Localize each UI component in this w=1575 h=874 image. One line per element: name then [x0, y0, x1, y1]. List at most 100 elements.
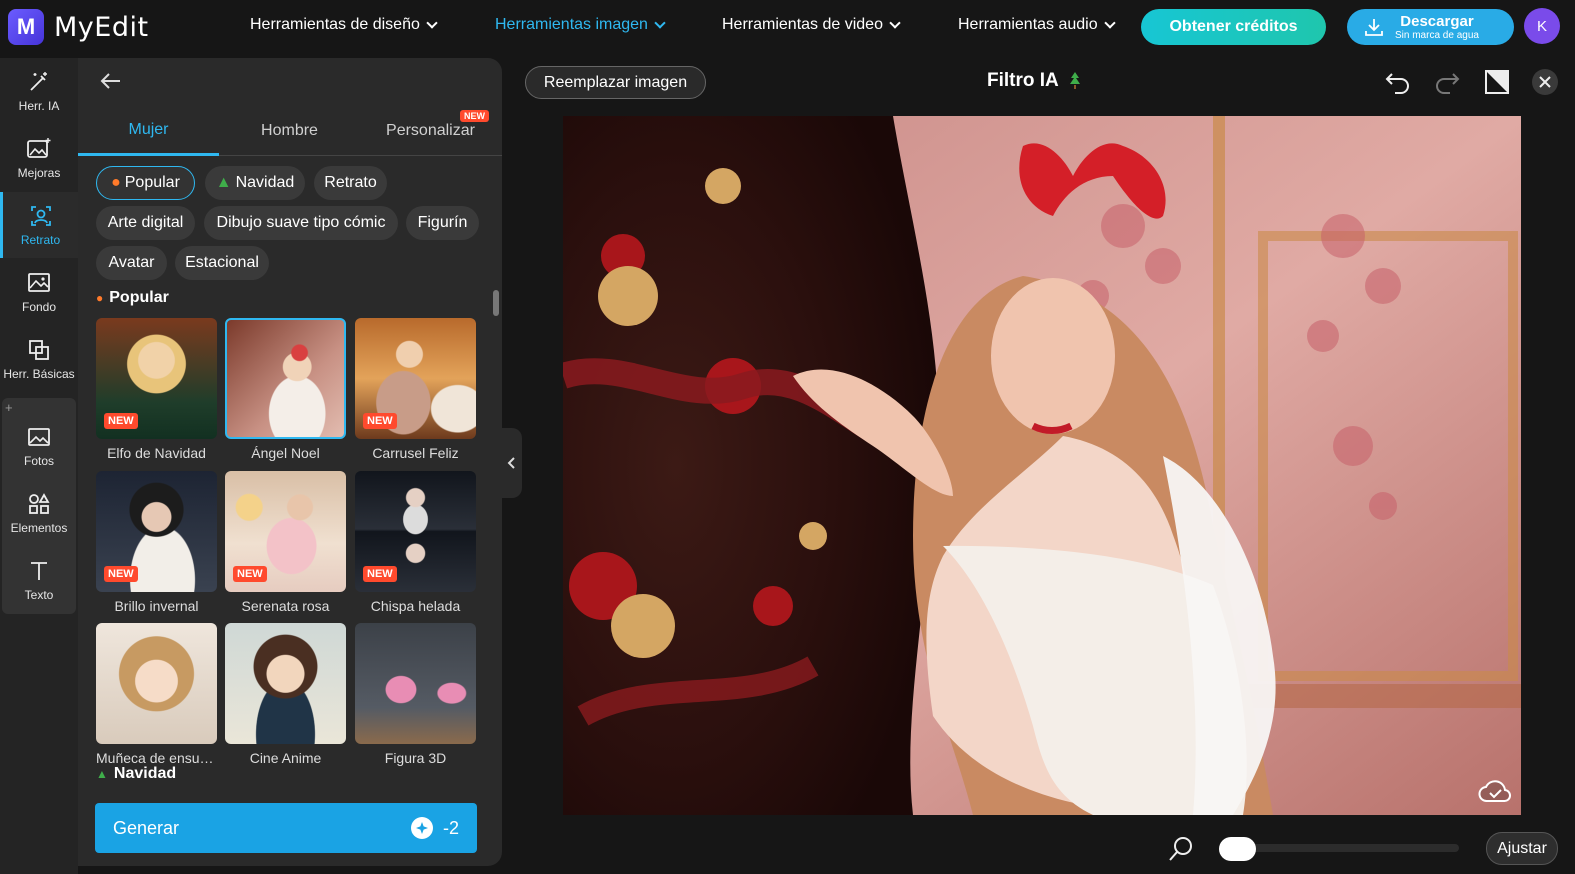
style-card-label: Cine Anime — [249, 750, 322, 766]
download-label: Descargar — [1400, 12, 1474, 30]
redo-button[interactable] — [1432, 68, 1462, 96]
style-thumbnail: NEW — [355, 471, 476, 592]
sidebar-item-label: Herr. Básicas — [3, 366, 75, 381]
style-thumbnail — [225, 623, 346, 744]
style-card-christmas-elf[interactable]: NEW Elfo de Navidad — [96, 318, 217, 461]
nav-label: Herramientas de diseño — [250, 16, 420, 33]
style-card-label: Elfo de Navidad — [107, 445, 206, 461]
sidebar-item-photos[interactable]: Fotos — [0, 413, 78, 479]
nav-image-tools[interactable]: Herramientas imagen — [495, 16, 666, 34]
section-popular-title: ● Popular — [96, 289, 169, 307]
compare-button[interactable] — [1482, 67, 1512, 97]
style-card-angel-noel[interactable]: Ángel Noel — [225, 318, 346, 461]
generate-label: Generar — [113, 817, 180, 838]
sidebar-item-background[interactable]: Fondo — [0, 259, 78, 325]
style-thumbnail: NEW — [96, 471, 217, 592]
cloud-save-button[interactable] — [1477, 776, 1513, 806]
nav-audio-tools[interactable]: Herramientas audio — [958, 16, 1116, 34]
style-card-label: Brillo invernal — [114, 598, 199, 614]
nav-video-tools[interactable]: Herramientas de video — [722, 16, 901, 34]
sidebar-item-ai-tools[interactable]: Herr. IA — [0, 58, 78, 124]
style-thumbnail: NEW — [355, 318, 476, 439]
style-card-happy-carousel[interactable]: NEW Carrusel Feliz — [355, 318, 476, 461]
image-canvas[interactable] — [563, 116, 1521, 815]
new-badge: NEW — [104, 566, 138, 582]
style-card-label: Figura 3D — [384, 750, 447, 766]
close-button[interactable] — [1532, 69, 1558, 95]
style-card-label: Muñeca de ensue... — [96, 750, 217, 766]
redo-icon — [1436, 73, 1460, 94]
sidebar-item-label: Elementos — [10, 520, 68, 535]
text-icon — [31, 561, 47, 580]
download-sublabel: Sin marca de agua — [1395, 29, 1479, 41]
sidebar-item-portrait[interactable]: Retrato — [0, 192, 78, 258]
close-icon — [1539, 76, 1551, 88]
style-card-label: Serenata rosa — [241, 598, 330, 614]
undo-button[interactable] — [1383, 68, 1413, 96]
download-button[interactable]: Descargar Sin marca de agua — [1347, 9, 1514, 45]
sidebar-item-label: Fondo — [21, 299, 57, 314]
chip-christmas[interactable]: ▲ Navidad — [205, 166, 305, 200]
chip-popular[interactable]: ● Popular — [96, 166, 195, 200]
new-badge: NEW — [363, 566, 397, 582]
generate-button[interactable]: Generar -2 — [95, 803, 477, 853]
nav-label: Herramientas imagen — [495, 16, 648, 33]
fit-button[interactable]: Ajustar — [1486, 832, 1558, 865]
style-card-3d-figure[interactable]: Figura 3D — [355, 623, 476, 766]
style-card-label: Carrusel Feliz — [372, 445, 459, 461]
style-card-icy-spark[interactable]: NEW Chispa helada — [355, 471, 476, 614]
photos-icon — [28, 427, 50, 446]
tab-woman[interactable]: Mujer — [78, 106, 219, 156]
back-button[interactable] — [100, 72, 122, 95]
nav-design-tools[interactable]: Herramientas de diseño — [250, 16, 438, 34]
edited-photo — [563, 116, 1521, 815]
get-credits-button[interactable]: Obtener créditos — [1141, 9, 1326, 45]
flame-icon: ● — [96, 291, 104, 305]
credit-cost: -2 — [410, 817, 459, 839]
chip-fashion[interactable]: Figurín — [406, 206, 479, 240]
style-thumbnail — [355, 623, 476, 744]
credit-icon — [410, 817, 433, 839]
gender-tabs: Mujer Hombre Personalizar NEW — [78, 106, 502, 156]
style-card-label: Chispa helada — [370, 598, 461, 614]
crop-icon — [29, 339, 49, 360]
style-card-pink-serenade[interactable]: NEW Serenata rosa — [225, 471, 346, 614]
chip-portrait[interactable]: Retrato — [314, 166, 387, 200]
zoom-button[interactable] — [1167, 835, 1195, 863]
sidebar-item-enhance[interactable]: Mejoras — [0, 125, 78, 191]
chip-label: Popular — [124, 174, 180, 191]
top-bar: M MyEdit Herramientas de diseño Herramie… — [0, 0, 1575, 58]
magnifier-icon — [1169, 837, 1192, 861]
app-logo[interactable]: M MyEdit — [8, 9, 149, 45]
zoom-slider-thumb[interactable] — [1219, 837, 1256, 861]
tab-man[interactable]: Hombre — [219, 106, 360, 156]
app-name: MyEdit — [54, 11, 149, 43]
user-avatar[interactable]: K — [1524, 8, 1560, 44]
sidebar-item-label: Retrato — [20, 232, 61, 247]
tab-customize[interactable]: Personalizar NEW — [360, 106, 501, 156]
style-thumbnail: NEW — [225, 471, 346, 592]
new-badge: NEW — [104, 413, 138, 429]
chip-digital-art[interactable]: Arte digital — [96, 206, 195, 240]
chevron-left-icon — [507, 457, 515, 469]
sidebar-item-elements[interactable]: Elementos — [0, 480, 78, 546]
chip-avatar[interactable]: Avatar — [96, 246, 167, 280]
sidebar-item-text[interactable]: Texto — [0, 547, 78, 613]
chip-seasonal[interactable]: Estacional — [175, 246, 269, 280]
style-card-winter-glow[interactable]: NEW Brillo invernal — [96, 471, 217, 614]
chip-soft-comic[interactable]: Dibujo suave tipo cómic — [204, 206, 398, 240]
chip-label: Navidad — [235, 174, 295, 191]
tree-icon: ▲ — [215, 174, 232, 191]
style-thumbnail: NEW — [96, 318, 217, 439]
logo-mark: M — [8, 9, 44, 45]
new-badge: NEW — [363, 413, 397, 429]
style-card-dream-doll[interactable]: Muñeca de ensue... — [96, 623, 217, 766]
style-card-anime-cinema[interactable]: Cine Anime — [225, 623, 346, 766]
sidebar-item-label: Herr. IA — [18, 98, 60, 113]
sidebar-item-basic-tools[interactable]: Herr. Básicas — [0, 326, 78, 392]
nav-label: Herramientas de video — [722, 16, 883, 33]
replace-image-button[interactable]: Reemplazar imagen — [525, 66, 706, 99]
section-label: Navidad — [113, 765, 177, 782]
collapse-panel-button[interactable] — [502, 428, 522, 498]
panel-scrollbar[interactable] — [493, 290, 499, 316]
